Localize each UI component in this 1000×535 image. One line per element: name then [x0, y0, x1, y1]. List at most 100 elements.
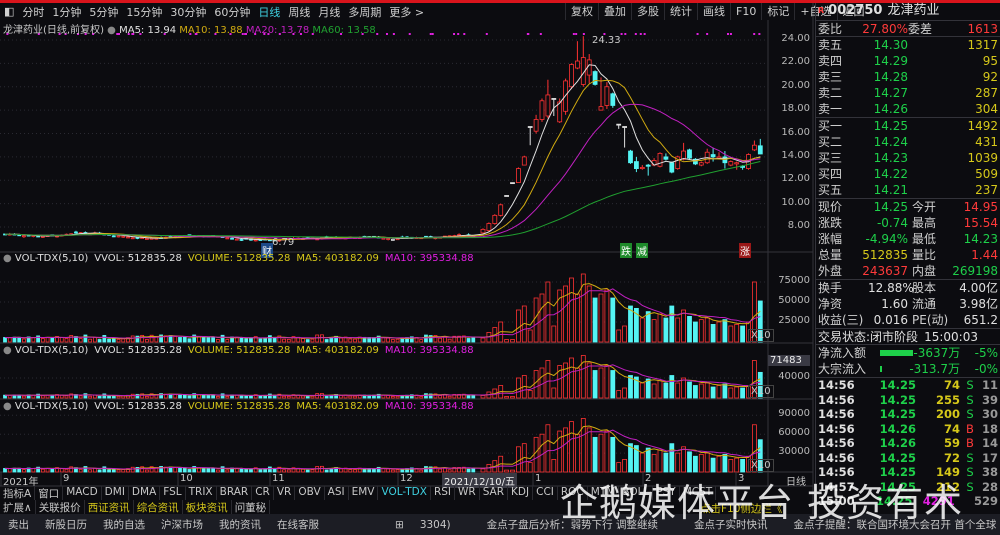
dropdown-icon[interactable]: ● — [107, 25, 116, 36]
volume-bar — [315, 334, 320, 343]
period-tab[interactable]: 15分钟 — [122, 4, 166, 20]
sell-level: 卖五 14.30 1317 — [816, 37, 1000, 53]
volume-bar — [586, 362, 592, 399]
tool-button[interactable]: 统计 — [664, 3, 697, 20]
event-marker — [385, 33, 388, 35]
period-tab[interactable]: 5分钟 — [85, 4, 122, 20]
fundamental-row: 换手 12.88% 股本 4.00亿 — [816, 280, 1000, 296]
indicator-tab[interactable]: DMA — [129, 486, 161, 500]
volume-bar — [97, 396, 102, 399]
indicator-tab[interactable]: VOL-TDX — [378, 486, 431, 500]
indicator-tab[interactable]: RSI — [431, 486, 455, 500]
tool-button[interactable]: 标记 — [761, 3, 794, 20]
rise-badge[interactable]: 涨 — [739, 243, 751, 258]
price-tick: 16.00 — [781, 126, 810, 138]
volume-bar — [64, 395, 69, 399]
dropdown-icon[interactable]: ● — [3, 401, 15, 412]
volume-bar — [267, 393, 272, 399]
indicator-tab[interactable]: CCI — [533, 486, 558, 500]
tick-time: 14:56 — [818, 450, 855, 465]
volume-bar — [107, 469, 111, 473]
extension-tab[interactable]: 板块资讯 — [183, 500, 232, 514]
indicator-tab[interactable]: EMV — [349, 486, 379, 500]
stat-value: 15.54 — [963, 216, 998, 230]
reduce-badge[interactable]: 减 — [636, 243, 648, 258]
indicator-tab[interactable]: 窗口 — [35, 486, 64, 500]
volume-bar — [728, 325, 734, 343]
status-link[interactable]: 我的资讯 — [211, 517, 269, 532]
dropdown-icon[interactable]: ● — [3, 253, 15, 264]
indicator-tab[interactable]: MACD — [63, 486, 102, 500]
quote-stat-row: 涨跌 -0.74 最高 15.54 — [816, 215, 1000, 231]
extension-tab[interactable]: 西证资讯 — [85, 500, 134, 514]
period-tab[interactable]: 多周期 — [344, 4, 385, 20]
extension-tab[interactable]: 扩展∧ — [0, 500, 36, 514]
period-tab[interactable]: 60分钟 — [210, 4, 254, 20]
indicator-tab[interactable]: BRAR — [217, 486, 253, 500]
unit-label: X10 — [748, 385, 774, 398]
extension-tab[interactable]: 问董秘 — [232, 500, 271, 514]
tick-volume: 255 — [935, 392, 960, 407]
tool-button[interactable]: 叠加 — [598, 3, 631, 20]
candle — [586, 54, 592, 84]
status-value: 闭市阶段 — [870, 330, 919, 344]
volume-bar — [88, 395, 93, 399]
level-volume: 237 — [975, 183, 998, 197]
sidebar-toggle-icon[interactable]: ◧ — [0, 5, 18, 18]
indicator-tab[interactable]: WR — [455, 486, 480, 500]
price-tick: 22.00 — [781, 56, 810, 68]
event-marker — [582, 33, 585, 35]
indicator-tab[interactable]: DMI — [102, 486, 129, 500]
tick-count: 17 — [981, 450, 998, 465]
price-tick: 20.00 — [781, 79, 810, 91]
drop-badge[interactable]: 跌 — [620, 243, 632, 258]
vol-head: VOL-TDX(5,10) — [14, 253, 89, 264]
period-tab[interactable]: 1分钟 — [48, 4, 85, 20]
tool-button[interactable]: 多股 — [631, 3, 664, 20]
period-tab[interactable]: 30分钟 — [166, 4, 210, 20]
status-link[interactable]: 卖出 — [0, 517, 37, 532]
indicator-tab[interactable]: CR — [252, 486, 274, 500]
indicator-tab[interactable]: SAR — [480, 486, 509, 500]
tool-button[interactable]: 画线 — [697, 3, 730, 20]
volume-bar — [569, 421, 574, 473]
level-label: 买二 — [818, 135, 843, 149]
indicator-tab[interactable]: TRIX — [186, 486, 217, 500]
date-label: 11 — [272, 473, 285, 484]
volume-bar — [728, 458, 734, 473]
period-tab[interactable]: 更多 > — [385, 4, 428, 20]
indicator-tab[interactable]: KDJ — [508, 486, 534, 500]
tool-button[interactable]: 复权 — [565, 3, 598, 20]
dropdown-icon[interactable]: ● — [3, 345, 15, 356]
add-icon[interactable]: ⊞ — [387, 519, 412, 531]
volume-bar — [586, 427, 592, 473]
tick-time: 14:56 — [818, 378, 855, 392]
period-tab[interactable]: 周线 — [284, 4, 314, 20]
indicator-tab[interactable]: VR — [274, 486, 296, 500]
status-link[interactable]: 在线客服 — [269, 517, 327, 532]
status-link[interactable]: 我的自选 — [95, 517, 153, 532]
volume-bar — [604, 365, 610, 399]
volume-bar — [539, 293, 545, 343]
period-tab[interactable]: 日线 — [254, 4, 284, 20]
tool-button[interactable]: F10 — [730, 3, 761, 20]
volume-bar — [598, 433, 604, 473]
stat-label: 量比 — [912, 248, 937, 262]
indicator-tab[interactable]: FSL — [160, 486, 186, 500]
level-label: 买一 — [818, 119, 843, 133]
status-link[interactable]: 新股日历 — [37, 517, 95, 532]
volume-bar — [178, 394, 182, 399]
period-tab[interactable]: 月线 — [314, 4, 344, 20]
status-link[interactable]: 沪深市场 — [153, 517, 211, 532]
extension-tab[interactable]: 关联报价 — [36, 500, 85, 514]
indicator-tab[interactable]: 指标A — [0, 486, 36, 500]
candle — [557, 98, 563, 123]
extension-tab[interactable]: 综合资讯 — [134, 500, 183, 514]
volume-bar — [45, 337, 50, 343]
volume-bar — [182, 394, 187, 399]
volume-bar — [305, 396, 310, 399]
period-tab[interactable]: 分时 — [18, 4, 48, 20]
indicator-tab[interactable]: ASI — [325, 486, 349, 500]
volume-bar — [329, 337, 334, 343]
indicator-tab[interactable]: OBV — [295, 486, 325, 500]
